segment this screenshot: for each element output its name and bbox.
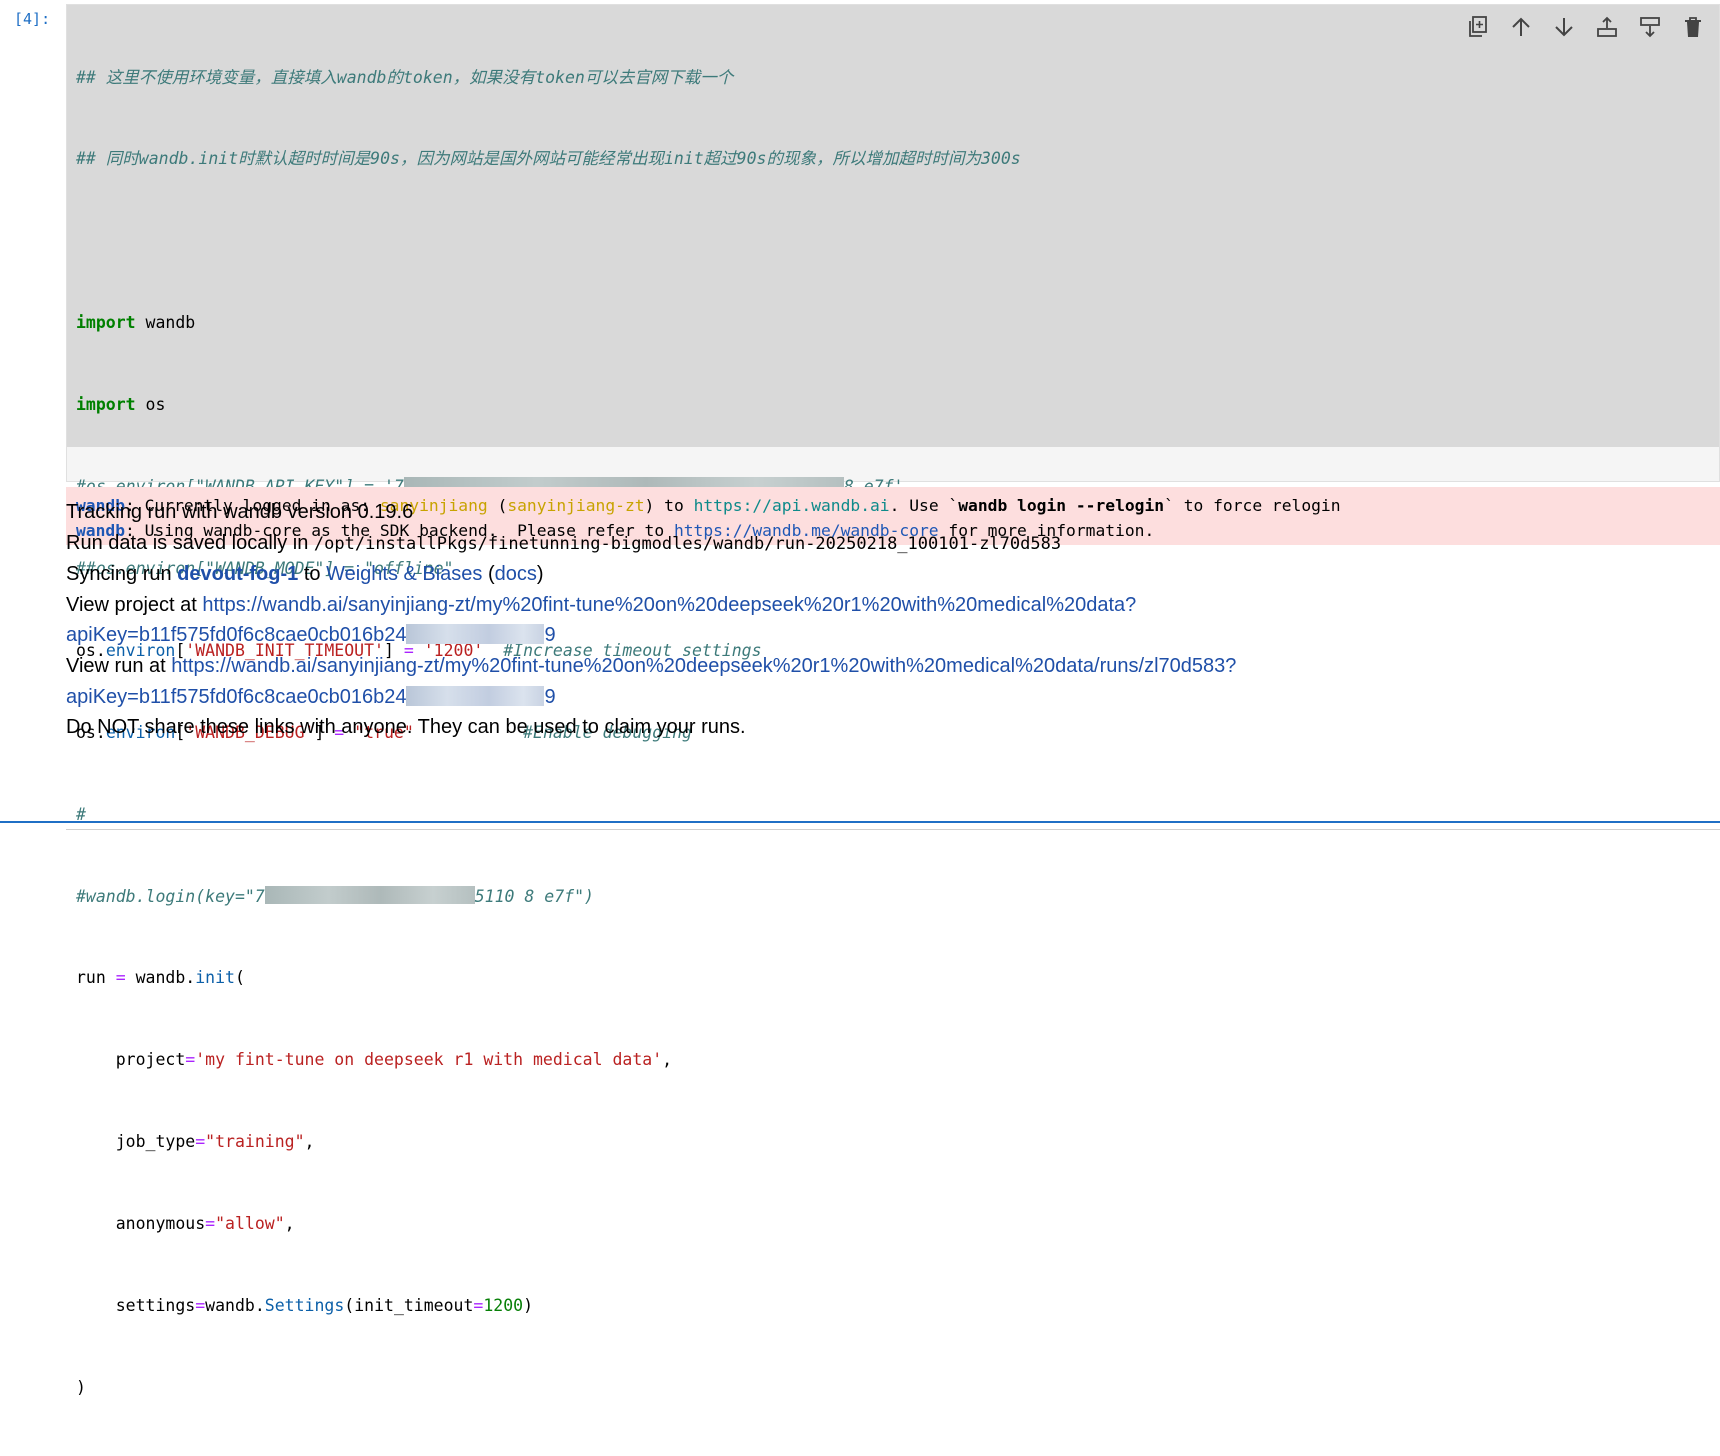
code-token: . xyxy=(254,1295,265,1315)
saved-label: Run data is saved locally in xyxy=(66,532,314,554)
code-token: project xyxy=(115,1050,186,1070)
code-cell[interactable]: ## 这里不使用环境变量，直接填入wandb的token，如果没有token可以… xyxy=(66,4,1720,1397)
run-apikey-line: apiKey=b11f575fd0f6c8cae0cb016b24 9 xyxy=(66,684,556,710)
syncing-line: Syncing run devout-fog-1 to Weights & Bi… xyxy=(66,561,544,587)
run-apikey-tail[interactable]: 9 xyxy=(544,686,555,708)
code-token: , xyxy=(284,1214,295,1234)
code-string: "allow" xyxy=(215,1214,285,1234)
code-operator: = xyxy=(195,1295,206,1315)
cell-divider xyxy=(0,821,1720,823)
project-apikey-tail[interactable]: 9 xyxy=(544,624,555,646)
team-name: sanyinjiang-zt xyxy=(507,496,645,515)
code-token: job_type xyxy=(115,1132,196,1152)
stderr-text: ( xyxy=(487,496,508,515)
code-token: , xyxy=(304,1132,315,1152)
share-warning: Do NOT share these links with anyone. Th… xyxy=(66,716,746,738)
run-label: View run at xyxy=(66,655,172,677)
code-string: "training" xyxy=(205,1132,305,1152)
next-cell-edge xyxy=(66,829,1720,830)
redacted-key xyxy=(264,886,475,904)
code-token: run xyxy=(76,968,106,988)
redacted-apikey xyxy=(406,623,545,644)
cell-prompt: [4]: xyxy=(14,10,51,28)
sync-to: to xyxy=(298,563,327,585)
code-token: ( xyxy=(344,1295,355,1315)
code-editor[interactable]: ## 这里不使用环境变量，直接填入wandb的token，如果没有token可以… xyxy=(67,5,1719,1397)
api-url-link[interactable]: https://api.wandb.ai xyxy=(694,496,890,515)
code-comment: 5110 8 e7f") xyxy=(474,886,594,906)
code-token: init_timeout xyxy=(354,1295,474,1315)
weights-biases-link[interactable]: Weights & Biases xyxy=(326,563,482,585)
code-module: os xyxy=(145,395,166,415)
code-token: settings xyxy=(115,1295,196,1315)
code-token: Settings xyxy=(264,1295,345,1315)
version-line: Tracking run with wandb version 0.19.6 xyxy=(66,501,414,523)
docs-paren: ) xyxy=(536,563,544,585)
code-keyword: import xyxy=(76,395,136,415)
stderr-text: ) to xyxy=(644,496,694,515)
code-keyword: import xyxy=(76,313,136,333)
redacted-apikey xyxy=(406,685,545,706)
code-operator: = xyxy=(205,1214,216,1234)
code-comment: ## 这里不使用环境变量，直接填入wandb的token，如果没有token可以… xyxy=(76,67,734,87)
view-project-line: View project at https://wandb.ai/sanyinj… xyxy=(66,592,1136,618)
insert-above-icon[interactable] xyxy=(1595,15,1619,39)
run-name-link[interactable]: devout-fog-1 xyxy=(177,563,298,585)
code-module: wandb xyxy=(145,313,196,333)
code-operator: = xyxy=(473,1295,484,1315)
docs-paren: ( xyxy=(482,563,495,585)
code-string: 'my fint-tune on deepseek r1 with medica… xyxy=(195,1050,663,1070)
code-comment: ## 同时wandb.init时默认超时时间是90s，因为网站是国外网站可能经常… xyxy=(76,149,1021,169)
delete-icon[interactable] xyxy=(1681,15,1705,39)
duplicate-cell-icon[interactable] xyxy=(1466,15,1490,39)
insert-below-icon[interactable] xyxy=(1638,15,1662,39)
code-comment: #wandb.login(key="7 xyxy=(76,886,265,906)
code-operator: = xyxy=(185,1050,196,1070)
code-operator: = xyxy=(195,1132,206,1152)
cell-toolbar xyxy=(1466,15,1705,39)
code-number: 1200 xyxy=(483,1295,524,1315)
project-label: View project at xyxy=(66,594,203,616)
sync-label: Syncing run xyxy=(66,563,178,585)
run-url-link[interactable]: https://wandb.ai/sanyinjiang-zt/my%20fin… xyxy=(171,655,1236,677)
code-token: , xyxy=(662,1050,673,1070)
view-run-line: View run at https://wandb.ai/sanyinjiang… xyxy=(66,653,1236,679)
code-token: wandb xyxy=(205,1295,255,1315)
code-operator: = xyxy=(105,968,136,988)
project-url-link[interactable]: https://wandb.ai/sanyinjiang-zt/my%20fin… xyxy=(202,594,1136,616)
code-token: . xyxy=(185,968,196,988)
saved-path: /opt/installPkgs/finetunning-bigmodles/w… xyxy=(313,534,1062,554)
code-token: ( xyxy=(234,968,245,988)
relogin-command: wandb login --relogin xyxy=(958,496,1165,515)
code-token: init xyxy=(195,968,235,988)
project-apikey-line: apiKey=b11f575fd0f6c8cae0cb016b24 9 xyxy=(66,622,556,648)
stderr-text: ` to force relogin xyxy=(1164,496,1341,515)
docs-link[interactable]: docs xyxy=(495,563,537,585)
move-up-icon[interactable] xyxy=(1509,15,1533,39)
move-down-icon[interactable] xyxy=(1552,15,1576,39)
stderr-text: . Use ` xyxy=(889,496,959,515)
code-token: wandb xyxy=(135,968,186,988)
saved-line: Run data is saved locally in /opt/instal… xyxy=(66,530,1061,557)
code-token: anonymous xyxy=(115,1214,206,1234)
project-apikey-link[interactable]: apiKey=b11f575fd0f6c8cae0cb016b24 xyxy=(66,624,406,646)
code-token: ) xyxy=(523,1295,534,1315)
code-token: ) xyxy=(76,1377,86,1397)
run-apikey-link[interactable]: apiKey=b11f575fd0f6c8cae0cb016b24 xyxy=(66,686,406,708)
